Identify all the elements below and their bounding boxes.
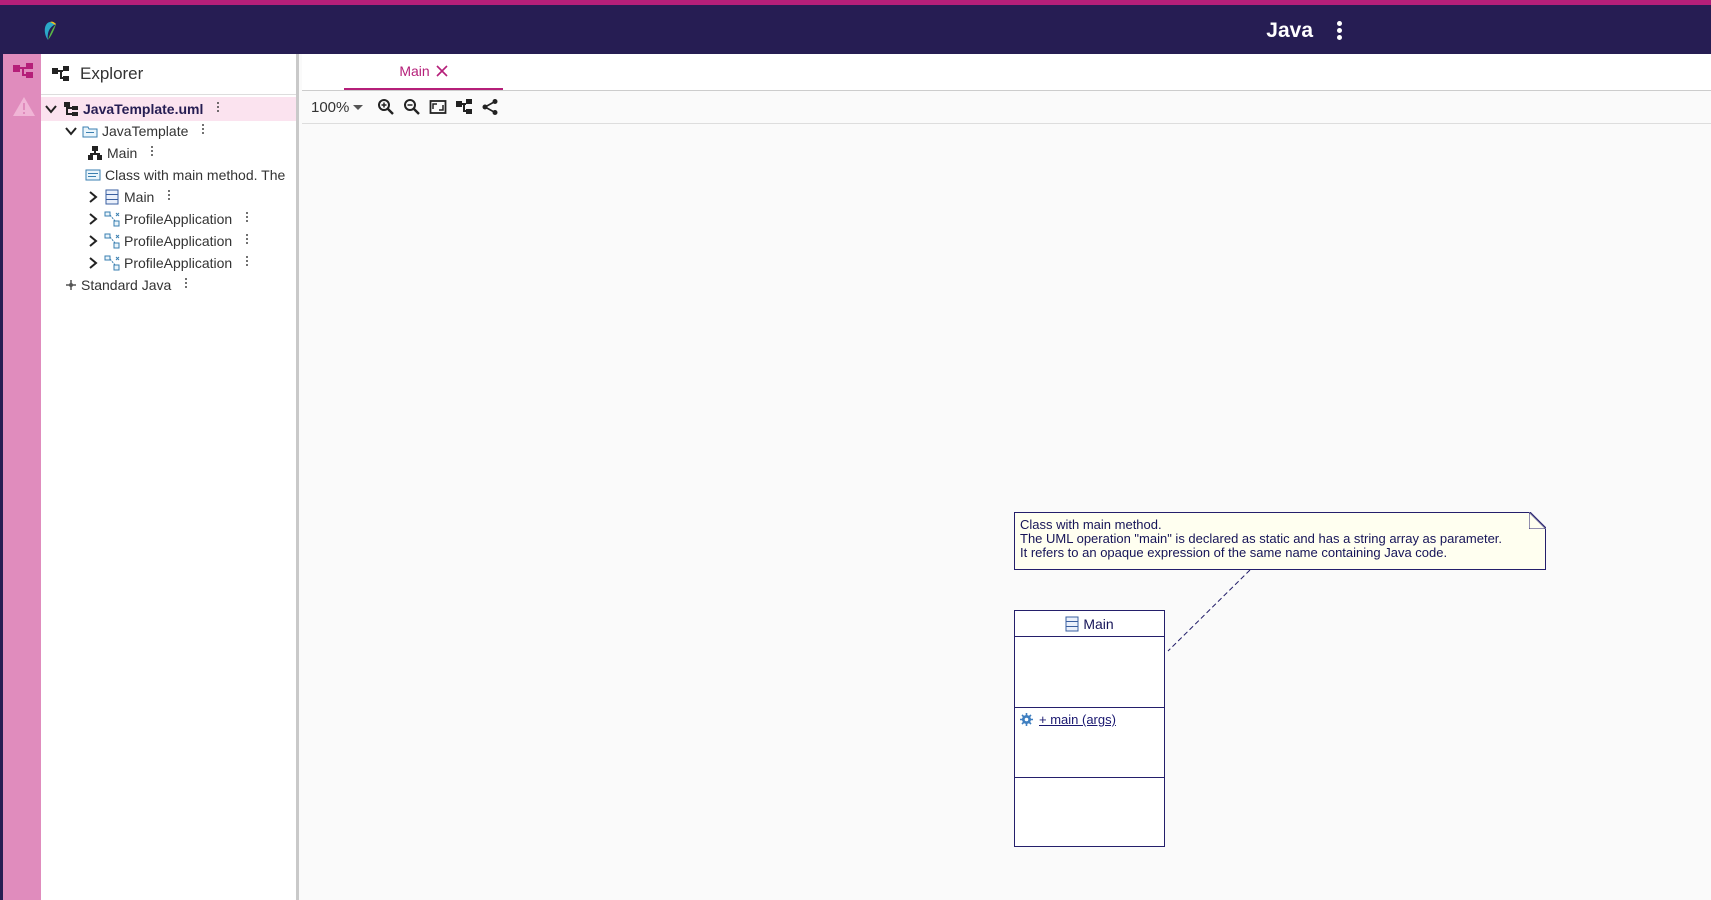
profile-application-icon: [104, 211, 120, 227]
explorer-panel: Explorer JavaTemplate.uml JavaTemplate M…: [41, 54, 299, 900]
activity-rail: [0, 54, 41, 900]
more-vert-icon[interactable]: [200, 124, 206, 138]
tree-item-label: Main: [107, 145, 138, 161]
tree-item-label: ProfileApplication: [124, 233, 233, 249]
more-vert-icon[interactable]: [149, 146, 155, 160]
operation-main[interactable]: + main (args): [1020, 712, 1159, 727]
tree-item-standard-java[interactable]: Standard Java: [41, 273, 296, 297]
tree-item-label: Class with main method. The: [105, 167, 286, 183]
profile-application-icon: [104, 233, 120, 249]
more-vert-icon[interactable]: [244, 212, 250, 226]
class-header: Main: [1015, 611, 1164, 637]
tree-item-label: JavaTemplate: [102, 123, 189, 139]
note-line: The UML operation "main" is declared as …: [1020, 531, 1503, 546]
close-icon[interactable]: [436, 65, 448, 77]
app-logo-icon[interactable]: [38, 19, 62, 43]
diagram-toolbar: 100%: [302, 91, 1711, 124]
tree-item-profile-application[interactable]: ProfileApplication: [41, 251, 296, 275]
warning-icon[interactable]: [9, 92, 39, 122]
note-line: It refers to an opaque expression of the…: [1020, 545, 1448, 560]
class-name: Main: [1083, 615, 1114, 632]
arrange-layout-icon[interactable]: [455, 98, 473, 116]
operation-gear-icon: [1020, 713, 1033, 726]
more-vert-icon[interactable]: [1333, 21, 1345, 43]
class-icon: [105, 189, 119, 205]
attributes-compartment[interactable]: [1015, 637, 1164, 708]
explorer-title: Explorer: [80, 64, 144, 83]
note-fold-icon: [1529, 512, 1546, 529]
fit-to-screen-icon[interactable]: [429, 98, 447, 116]
tree-item-comment[interactable]: Class with main method. The: [41, 163, 296, 187]
chevron-right-icon[interactable]: [86, 234, 100, 248]
more-vert-icon[interactable]: [166, 190, 172, 204]
chevron-down-icon[interactable]: [64, 124, 78, 138]
tab-main[interactable]: Main: [344, 54, 503, 90]
chevron-right-icon[interactable]: [86, 256, 100, 270]
dropdown-arrow-icon[interactable]: [351, 100, 365, 114]
share-icon[interactable]: [481, 98, 499, 116]
tree-item-label: Standard Java: [81, 277, 172, 293]
tree-item-main-diagram[interactable]: Main: [41, 141, 296, 165]
tree-item-javatemplate[interactable]: JavaTemplate: [41, 119, 296, 143]
zoom-in-icon[interactable]: [377, 98, 395, 116]
top-bar: Java: [0, 0, 1711, 54]
comment-note[interactable]: Class with main method. The UML operatio…: [1014, 512, 1546, 570]
tree-item-profile-application[interactable]: ProfileApplication: [41, 207, 296, 231]
tree-item-label: ProfileApplication: [124, 255, 233, 271]
chevron-right-icon[interactable]: [86, 212, 100, 226]
tree-item-label: ProfileApplication: [124, 211, 233, 227]
tree-item-profile-application[interactable]: ProfileApplication: [41, 229, 296, 253]
tree-item-main-class[interactable]: Main: [41, 185, 296, 209]
tree-item-label: JavaTemplate.uml: [83, 101, 204, 117]
model-file-icon: [64, 102, 78, 116]
explorer-header: Explorer: [41, 54, 296, 95]
editor-tab-bar: Main: [302, 54, 1711, 91]
comment-icon: [85, 169, 101, 181]
chevron-down-icon[interactable]: [44, 102, 58, 116]
tree-icon: [52, 66, 69, 81]
more-vert-icon[interactable]: [215, 102, 221, 116]
diagram-editor: Main 100% Class with main method. The UM…: [302, 54, 1711, 900]
more-vert-icon[interactable]: [183, 278, 189, 292]
library-icon: [66, 280, 76, 290]
more-vert-icon[interactable]: [244, 234, 250, 248]
operations-compartment[interactable]: + main (args): [1015, 708, 1164, 778]
tab-label: Main: [399, 63, 430, 79]
zoom-level[interactable]: 100%: [311, 99, 351, 116]
nested-classifiers-compartment[interactable]: [1015, 778, 1164, 842]
operation-label: + main (args): [1039, 712, 1116, 727]
profile-application-icon: [104, 255, 120, 271]
note-line: Class with main method.: [1020, 517, 1162, 532]
zoom-out-icon[interactable]: [403, 98, 421, 116]
tree-item-label: Main: [124, 189, 155, 205]
tree-item-javatemplate-uml[interactable]: JavaTemplate.uml: [41, 97, 296, 121]
more-vert-icon[interactable]: [244, 256, 250, 270]
chevron-right-icon[interactable]: [86, 190, 100, 204]
class-icon: [1065, 616, 1079, 631]
package-icon: [82, 126, 98, 138]
tree-icon[interactable]: [9, 58, 39, 88]
app-title: Java: [1266, 19, 1313, 42]
diagram-canvas[interactable]: Class with main method. The UML operatio…: [302, 123, 1711, 900]
class-diagram-icon: [88, 146, 102, 160]
class-node-main[interactable]: Main + main (args): [1014, 610, 1165, 847]
